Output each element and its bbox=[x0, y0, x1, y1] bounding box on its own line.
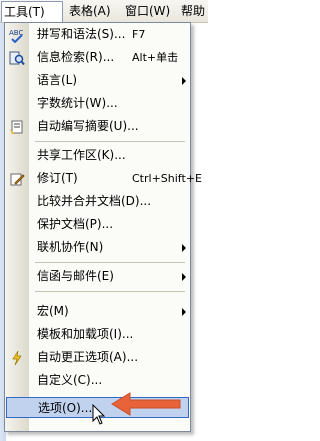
menu-separator bbox=[35, 262, 185, 263]
menu-item-label: 模板和加载项(I)... bbox=[37, 327, 134, 341]
menu-item-label: 拼写和语法(S)... bbox=[37, 27, 126, 41]
annotation-arrow-icon bbox=[111, 392, 181, 416]
menu-tools[interactable]: 工具(T) bbox=[1, 1, 63, 22]
menu-help[interactable]: 帮助 bbox=[179, 2, 207, 20]
menu-item-research[interactable]: 信息检索(R)... Alt+单击 bbox=[5, 47, 190, 68]
menu-item-compare-merge[interactable]: 比较并合并文档(D)... bbox=[5, 191, 190, 212]
menu-item-label: 自定义(C)... bbox=[37, 373, 103, 387]
menu-item-label: 比较并合并文档(D)... bbox=[37, 194, 152, 208]
submenu-arrow-icon bbox=[182, 308, 186, 316]
menu-item-track-changes[interactable]: 修订(T) Ctrl+Shift+E bbox=[5, 168, 202, 189]
menu-item-label: 信函与邮件(E) bbox=[37, 269, 114, 283]
menu-item-label: 自动编写摘要(U)... bbox=[37, 119, 139, 133]
autocorrect-icon bbox=[9, 350, 25, 366]
tools-dropdown-menu: ABC 拼写和语法(S)... F7 信息检索(R)... Alt+单击 语言(… bbox=[4, 22, 202, 432]
menu-item-protect-document[interactable]: 保护文档(P)... bbox=[5, 214, 190, 235]
submenu-arrow-icon bbox=[182, 244, 186, 252]
spellcheck-icon: ABC bbox=[9, 27, 25, 43]
menu-item-label: 语言(L) bbox=[37, 73, 78, 87]
menu-separator bbox=[35, 141, 185, 142]
menu-item-autosummarize[interactable]: 自动编写摘要(U)... bbox=[5, 116, 190, 137]
menu-item-label: 自动更正选项(A)... bbox=[37, 350, 139, 364]
menu-item-language[interactable]: 语言(L) bbox=[5, 70, 190, 91]
menu-table[interactable]: 表格(A) bbox=[67, 2, 113, 20]
menu-item-label: 信息检索(R)... bbox=[37, 50, 115, 64]
menu-item-customize[interactable]: 自定义(C)... bbox=[5, 370, 190, 391]
menu-item-label: 共享工作区(K)... bbox=[37, 148, 126, 162]
menu-window[interactable]: 窗口(W) bbox=[123, 2, 172, 20]
menu-item-shortcut: Ctrl+Shift+E bbox=[132, 172, 202, 185]
menu-item-label: 保护文档(P)... bbox=[37, 217, 114, 231]
menu-bar: 工具(T) 表格(A) 窗口(W) 帮助 bbox=[0, 0, 208, 23]
autosummarize-icon bbox=[9, 119, 25, 135]
menu-item-macro[interactable]: 宏(M) bbox=[5, 301, 190, 322]
menu-separator bbox=[35, 291, 185, 292]
menu-item-label: 联机协作(N) bbox=[37, 240, 104, 254]
menu-item-word-count[interactable]: 字数统计(W)... bbox=[5, 93, 190, 114]
menu-item-templates-addins[interactable]: 模板和加载项(I)... bbox=[5, 324, 190, 345]
menu-item-shortcut: F7 bbox=[132, 28, 146, 41]
submenu-arrow-icon bbox=[182, 273, 186, 281]
track-changes-icon bbox=[9, 171, 25, 187]
menu-item-letters-mailings[interactable]: 信函与邮件(E) bbox=[5, 266, 190, 287]
mouse-pointer-icon bbox=[92, 404, 106, 425]
menu-item-label: 字数统计(W)... bbox=[37, 96, 118, 110]
menu-item-label: 宏(M) bbox=[37, 304, 69, 318]
submenu-arrow-icon bbox=[182, 77, 186, 85]
menu-item-label: 选项(O)... bbox=[38, 401, 93, 415]
menu-item-shortcut: Alt+单击 bbox=[132, 51, 179, 64]
menu-item-label: 修订(T) bbox=[37, 171, 78, 185]
menu-item-autocorrect-options[interactable]: 自动更正选项(A)... bbox=[5, 347, 190, 368]
document-background bbox=[190, 23, 208, 441]
menu-item-spelling-grammar[interactable]: ABC 拼写和语法(S)... F7 bbox=[5, 24, 190, 45]
menu-item-online-collaboration[interactable]: 联机协作(N) bbox=[5, 237, 190, 258]
research-icon bbox=[9, 50, 25, 66]
menu-item-shared-workspace[interactable]: 共享工作区(K)... bbox=[5, 145, 190, 166]
